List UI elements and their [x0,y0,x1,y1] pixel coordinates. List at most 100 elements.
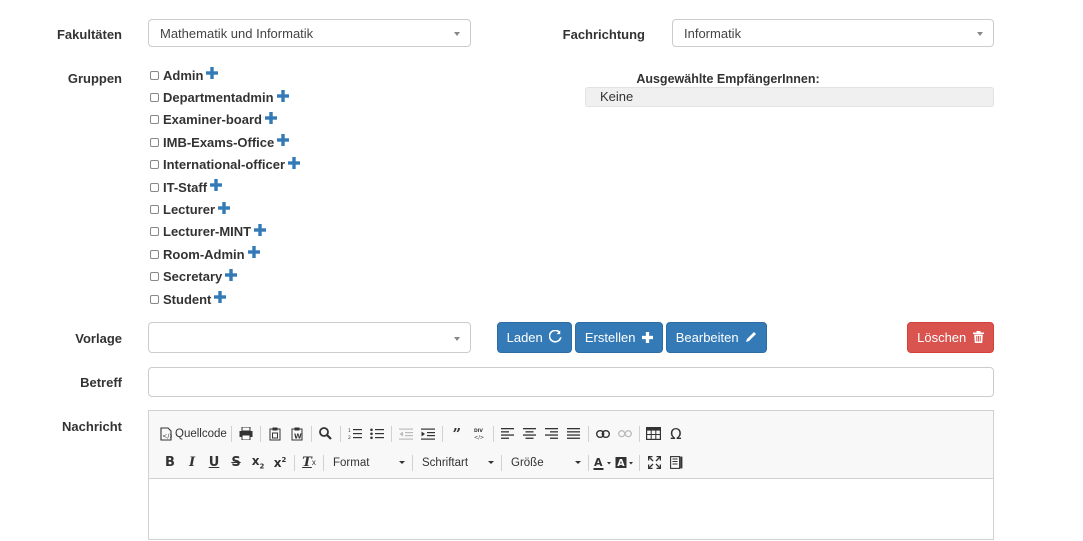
group-checkbox[interactable] [150,227,159,237]
plus-icon[interactable] [277,134,290,150]
group-checkbox[interactable] [150,294,159,304]
group-checkbox[interactable] [150,249,159,259]
toolbar-separator [587,425,589,442]
toolbar-row-2: B I U S x2 x2 Tx Format Schriftart Größe [159,448,993,477]
plus-icon[interactable] [254,223,267,240]
underline-icon[interactable]: U [203,452,225,474]
plus-icon [642,324,654,353]
justify-icon[interactable] [563,423,585,445]
paste-from-word-icon[interactable]: W [286,423,308,445]
group-checkbox[interactable] [150,93,159,103]
field-select[interactable]: Informatik [672,19,994,47]
plus-icon[interactable] [288,156,301,173]
create-button-label: Erstellen [584,330,636,345]
svg-text:</>: </> [162,433,172,440]
text-color-icon[interactable]: A [592,452,614,474]
trash-icon [972,324,984,353]
plus-icon[interactable] [225,268,238,285]
group-label[interactable]: Lecturer [163,202,215,217]
indent-icon[interactable] [417,423,439,445]
plus-icon[interactable] [247,246,260,262]
faculties-select[interactable]: Mathematik und Informatik [148,19,471,47]
svg-text:</>: </> [474,435,484,440]
plus-icon[interactable] [214,291,227,307]
link-icon[interactable] [592,423,614,445]
group-label[interactable]: International-officer [163,157,285,172]
source-button[interactable]: </> Quellcode [159,423,228,445]
strikethrough-icon[interactable]: S [225,452,247,474]
align-left-icon[interactable] [497,423,519,445]
plus-icon[interactable] [276,89,289,106]
group-label[interactable]: Student [163,292,211,307]
bulleted-list-icon[interactable] [366,423,388,445]
toolbar-separator [259,425,261,442]
table-icon[interactable] [643,423,665,445]
format-combo[interactable]: Format [327,452,409,474]
message-label: Nachricht [62,419,122,434]
group-label[interactable]: Departmentadmin [163,90,274,105]
blockquote-icon[interactable]: ” [446,423,468,445]
superscript-icon[interactable]: x2 [269,452,291,474]
delete-button[interactable]: Löschen [907,322,994,353]
show-blocks-icon[interactable] [665,452,687,474]
bold-icon[interactable]: B [159,452,181,474]
groups-list: Admin Departmentadmin Examiner-board IMB-Ex… [150,64,301,310]
unlink-icon[interactable] [614,423,636,445]
group-checkbox[interactable] [150,272,159,282]
maximize-icon[interactable] [643,452,665,474]
group-item: Lecturer-MINT [150,221,300,243]
find-icon[interactable] [315,423,337,445]
print-icon[interactable] [235,423,257,445]
numbered-list-icon[interactable]: 12 [344,423,366,445]
group-checkbox[interactable] [150,182,159,192]
special-char-icon[interactable]: Ω [665,423,687,445]
remove-format-icon[interactable]: Tx [298,452,320,474]
group-label[interactable]: Room-Admin [163,247,245,262]
group-item: IT-Staff [150,176,300,198]
chevron-down-icon [454,32,460,36]
group-label[interactable]: IMB-Exams-Office [163,135,274,150]
chevron-down-icon [488,461,494,464]
toolbar-separator [639,454,640,471]
editor-content-area[interactable] [149,479,993,541]
plus-icon[interactable] [206,67,219,83]
create-div-icon[interactable]: DIV </> [468,423,490,445]
template-label: Vorlage [75,331,122,346]
chevron-down-icon [454,337,460,341]
group-label[interactable]: Admin [163,68,203,83]
group-checkbox[interactable] [150,160,159,170]
subscript-icon[interactable]: x2 [247,452,269,474]
group-label[interactable]: Lecturer-MINT [163,224,251,239]
font-combo[interactable]: Schriftart [416,452,498,474]
group-checkbox[interactable] [150,137,159,147]
svg-text:A: A [617,458,625,469]
plus-icon[interactable] [264,111,277,128]
italic-icon[interactable]: I [181,452,203,474]
create-button[interactable]: Erstellen [575,322,663,353]
subject-input[interactable] [148,367,994,397]
group-item: IMB-Exams-Office [150,131,300,153]
template-select[interactable] [148,322,471,353]
group-label[interactable]: Examiner-board [163,112,262,127]
group-checkbox[interactable] [150,70,159,80]
background-color-icon[interactable]: A [614,452,636,474]
align-right-icon[interactable] [541,423,563,445]
edit-button[interactable]: Bearbeiten [666,322,767,353]
plus-icon[interactable] [218,201,231,218]
group-label[interactable]: Secretary [163,269,222,284]
group-checkbox[interactable] [150,115,159,125]
toolbar-separator [492,425,494,442]
align-center-icon[interactable] [519,423,541,445]
plus-icon[interactable] [210,179,223,195]
toolbar-separator [390,425,392,442]
load-button[interactable]: Laden [497,322,572,353]
group-item: Secretary [150,266,300,288]
edit-button-label: Bearbeiten [675,330,739,345]
group-checkbox[interactable] [150,205,159,215]
toolbar-separator [441,425,443,442]
paste-icon[interactable] [264,423,286,445]
size-combo[interactable]: Größe [505,452,585,474]
svg-text:W: W [294,432,302,440]
outdent-icon[interactable] [395,423,417,445]
group-label[interactable]: IT-Staff [163,180,207,195]
